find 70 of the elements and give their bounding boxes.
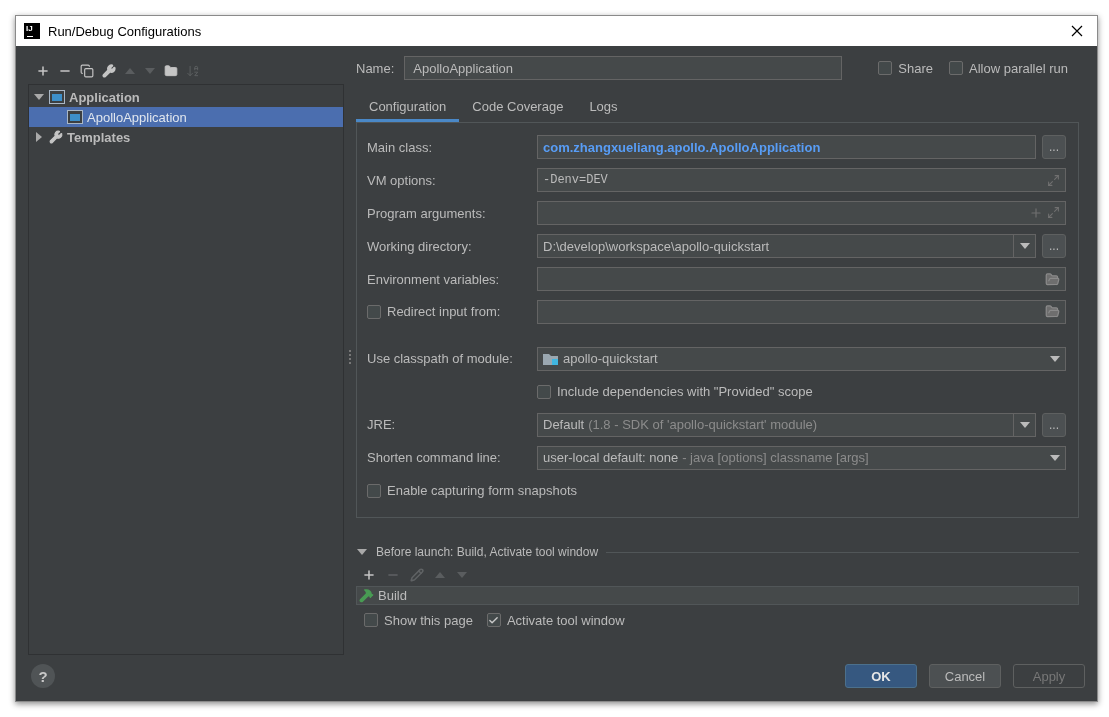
module-folder-icon bbox=[543, 352, 559, 366]
splitter-handle[interactable] bbox=[349, 349, 351, 364]
tree-item[interactable]: ApolloApplication bbox=[29, 107, 343, 127]
input-field[interactable] bbox=[537, 267, 1066, 292]
browse-button[interactable]: ... bbox=[1042, 412, 1066, 437]
input-field[interactable]: -Denv=DEV bbox=[537, 168, 1066, 193]
add-icon[interactable] bbox=[362, 568, 376, 582]
tab[interactable]: Configuration bbox=[356, 90, 460, 122]
caret-icon[interactable] bbox=[1019, 421, 1030, 428]
browse-button[interactable]: ... bbox=[1042, 135, 1066, 160]
wrench-icon[interactable] bbox=[102, 64, 116, 78]
input-field[interactable] bbox=[537, 300, 1066, 324]
checkbox-label: Include dependencies with "Provided" scope bbox=[557, 384, 813, 400]
hint-text: (1.8 - SDK of 'apollo-quickstart' module) bbox=[588, 417, 818, 433]
dialog-button[interactable]: Cancel bbox=[929, 664, 1001, 688]
checkbox-label: Activate tool window bbox=[506, 612, 625, 628]
field-label: JRE: bbox=[367, 417, 396, 433]
close-icon[interactable] bbox=[1071, 25, 1083, 37]
caret-icon[interactable] bbox=[1050, 356, 1060, 362]
field-label: Environment variables: bbox=[367, 271, 500, 287]
field-label: Name: bbox=[356, 60, 395, 76]
window-icon bbox=[49, 90, 65, 104]
dialog-button[interactable]: OK bbox=[845, 664, 917, 688]
checkbox[interactable] bbox=[364, 613, 378, 627]
wrench-icon bbox=[49, 130, 63, 144]
folder-icon[interactable] bbox=[1045, 304, 1060, 320]
field-label: VM options: bbox=[367, 172, 436, 188]
field-label: Redirect input from: bbox=[387, 304, 501, 320]
checkbox-label: Share bbox=[898, 60, 933, 76]
hammer-icon bbox=[359, 588, 374, 603]
expand-icon[interactable] bbox=[1047, 206, 1060, 220]
copy-icon[interactable] bbox=[80, 64, 94, 78]
dropdown-field[interactable]: Default (1.8 - SDK of 'apollo-quickstart' module) bbox=[537, 412, 1036, 437]
section-title: Before launch: Build, Activate tool window bbox=[376, 545, 599, 559]
checkbox[interactable] bbox=[537, 384, 551, 399]
input-field[interactable]: com.zhangxueliang.apollo.ApolloApplication bbox=[537, 135, 1036, 160]
tree-item[interactable]: Application bbox=[29, 87, 343, 107]
tree-item[interactable]: Templates bbox=[29, 127, 343, 147]
dropdown-field[interactable]: apollo-quickstart bbox=[537, 347, 1066, 371]
checkbox[interactable] bbox=[486, 613, 501, 627]
field-label: Use classpath of module: bbox=[367, 351, 513, 367]
checkbox[interactable] bbox=[367, 305, 381, 319]
checkbox[interactable] bbox=[878, 61, 893, 75]
browse-button[interactable]: ... bbox=[1042, 234, 1066, 259]
folder-icon[interactable] bbox=[1045, 271, 1060, 287]
window-icon bbox=[67, 110, 83, 124]
checkbox[interactable] bbox=[949, 61, 963, 75]
checkbox-label: Allow parallel run bbox=[969, 60, 1068, 76]
add-icon[interactable] bbox=[36, 64, 50, 78]
field-label: Main class: bbox=[367, 139, 433, 155]
help-button[interactable]: ? bbox=[31, 664, 55, 688]
checkbox[interactable] bbox=[367, 483, 381, 498]
dropdown-field[interactable]: user-local default: none - java [options] classname [args] bbox=[537, 445, 1066, 470]
caret-icon[interactable] bbox=[1019, 243, 1030, 250]
app-logo: IJ bbox=[24, 23, 40, 39]
hint-text: - java [options] classname [args] bbox=[682, 450, 869, 466]
caret-icon[interactable] bbox=[1050, 454, 1060, 461]
checkbox-label: Enable capturing form snapshots bbox=[387, 483, 578, 499]
field-label: Program arguments: bbox=[367, 205, 486, 221]
task-item[interactable]: Build bbox=[356, 586, 1079, 605]
checkbox-label: Show this page bbox=[384, 612, 473, 628]
field-label: Working directory: bbox=[367, 238, 472, 254]
tab[interactable]: Logs bbox=[576, 90, 631, 122]
name-field[interactable]: ApolloApplication bbox=[404, 56, 843, 80]
field-label: Shorten command line: bbox=[367, 450, 501, 466]
tab[interactable]: Code Coverage bbox=[459, 90, 577, 122]
expand-icon[interactable] bbox=[1047, 173, 1060, 187]
dropdown-field[interactable]: D:\develop\workspace\apollo-quickstart bbox=[537, 234, 1036, 259]
input-field[interactable] bbox=[537, 201, 1066, 226]
window-title: Run/Debug Configurations bbox=[48, 23, 203, 39]
